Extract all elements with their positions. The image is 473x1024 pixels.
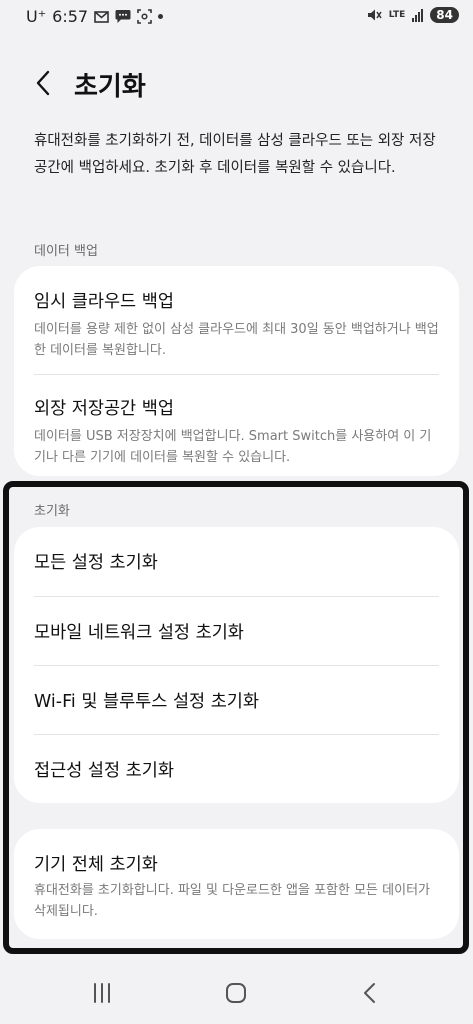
- battery-icon: 84: [430, 7, 459, 23]
- mute-icon: [367, 9, 382, 21]
- status-bar-right: LTE 84: [367, 7, 459, 23]
- back-button[interactable]: [30, 66, 60, 100]
- item-title: 외장 저장공간 백업: [34, 399, 174, 419]
- item-title: 모바일 네트워크 설정 초기화: [34, 623, 244, 643]
- reset-card: 모든 설정 초기화 모바일 네트워크 설정 초기화 Wi-Fi 및 블루투스 설…: [14, 527, 459, 803]
- section-label-backup: 데이터 백업: [34, 244, 98, 259]
- status-bar: U⁺ 6:57 LTE 84: [0, 0, 473, 36]
- chat-icon: [115, 10, 131, 23]
- navigation-bar: [0, 960, 473, 1024]
- notification-dot-icon: [158, 14, 164, 19]
- page-title: 초기화: [74, 72, 146, 102]
- clock: 6:57: [52, 7, 89, 26]
- backup-card: 임시 클라우드 백업 데이터를 용량 제한 없이 삼성 클라우드에 최대 30일…: [14, 266, 459, 476]
- mail-icon: [94, 10, 109, 23]
- signal-icon: [412, 8, 424, 22]
- recent-apps-icon: [94, 983, 110, 1003]
- home-button[interactable]: [216, 978, 256, 1008]
- chevron-left-icon: [36, 70, 50, 96]
- system-back-button[interactable]: [350, 978, 390, 1008]
- factory-reset-card: 기기 전체 초기화 휴대전화를 초기화합니다. 파일 및 다운로드한 앱을 포함…: [14, 829, 459, 939]
- status-bar-left: U⁺ 6:57: [26, 7, 164, 26]
- item-title: 모든 설정 초기화: [34, 553, 158, 573]
- item-title: 기기 전체 초기화: [34, 855, 158, 875]
- reset-mobile-network-settings-item[interactable]: 모바일 네트워크 설정 초기화: [14, 597, 459, 665]
- carrier-label: U⁺: [26, 7, 47, 26]
- intro-text: 휴대전화를 초기화하기 전, 데이터를 삼성 클라우드 또는 외장 저장공간에 …: [34, 133, 436, 176]
- reset-wifi-bluetooth-settings-item[interactable]: Wi-Fi 및 블루투스 설정 초기화: [14, 666, 459, 734]
- screenshot-icon: [137, 9, 152, 24]
- section-label-reset: 초기화: [34, 504, 70, 519]
- item-title: 접근성 설정 초기화: [34, 761, 174, 781]
- item-title: Wi-Fi 및 블루투스 설정 초기화: [34, 692, 260, 712]
- temporary-cloud-backup-item[interactable]: 임시 클라우드 백업 데이터를 용량 제한 없이 삼성 클라우드에 최대 30일…: [14, 266, 459, 374]
- external-storage-backup-item[interactable]: 외장 저장공간 백업 데이터를 USB 저장장치에 백업합니다. Smart S…: [14, 375, 459, 476]
- lte-indicator: LTE: [388, 9, 406, 20]
- reset-all-settings-item[interactable]: 모든 설정 초기화: [14, 527, 459, 596]
- item-title: 임시 클라우드 백업: [34, 292, 174, 312]
- item-subtitle: 휴대전화를 초기화합니다. 파일 및 다운로드한 앱을 포함한 모든 데이터가 …: [34, 883, 430, 919]
- reset-accessibility-settings-item[interactable]: 접근성 설정 초기화: [14, 735, 459, 803]
- back-icon: [364, 983, 375, 1003]
- recent-apps-button[interactable]: [82, 978, 122, 1008]
- item-subtitle: 데이터를 용량 제한 없이 삼성 클라우드에 최대 30일 동안 백업하거나 백…: [34, 322, 439, 358]
- item-subtitle: 데이터를 USB 저장장치에 백업합니다. Smart Switch를 사용하여…: [34, 429, 432, 465]
- factory-reset-item[interactable]: 기기 전체 초기화 휴대전화를 초기화합니다. 파일 및 다운로드한 앱을 포함…: [14, 829, 459, 939]
- screen: U⁺ 6:57 LTE 84 초기화 휴대전화를 초기화하기 전, 데이터를 삼…: [0, 0, 473, 1024]
- app-header: 초기화: [0, 62, 473, 106]
- home-icon: [226, 983, 246, 1003]
